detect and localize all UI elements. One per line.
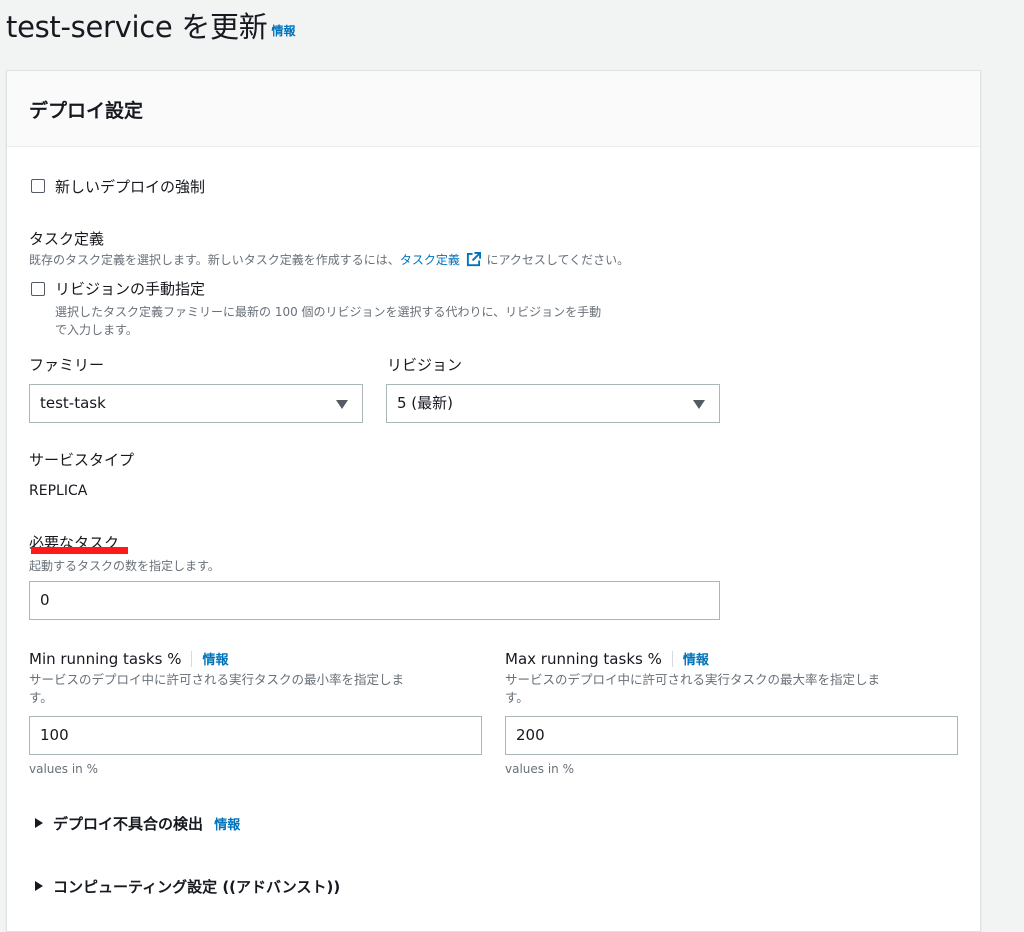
max-running-input[interactable]: 200: [505, 716, 958, 755]
external-link-icon[interactable]: [466, 252, 481, 267]
min-running-desc-2: す。: [29, 690, 53, 705]
deploy-failure-label: デプロイ不具合の検出: [53, 815, 204, 833]
desired-tasks-desc: 起動するタスクの数を指定します。: [29, 559, 220, 573]
panel-title: デプロイ設定: [29, 100, 144, 122]
min-running-hint: values in %: [29, 762, 98, 776]
max-running-header: Max running tasks % 情報: [505, 649, 709, 668]
page-title: test-service を更新 情報: [6, 4, 295, 46]
compute-settings-label: コンピューティング設定 ((アドバンスト)): [53, 878, 341, 896]
max-running-desc-2: す。: [505, 690, 529, 705]
task-definition-desc: 既存のタスク定義を選択します。新しいタスク定義を作成するには、タスク定義 にアク…: [29, 251, 629, 269]
max-running-hint: values in %: [505, 762, 574, 776]
family-select-value: test-task: [40, 394, 106, 412]
min-running-header: Min running tasks % 情報: [29, 649, 228, 668]
divider: [191, 651, 193, 667]
page-title-text: test-service を更新: [6, 10, 268, 44]
task-definition-desc-after: にアクセスしてください。: [486, 253, 630, 267]
divider: [671, 651, 673, 667]
caret-right-icon: [35, 881, 43, 891]
caret-right-icon: [35, 818, 43, 828]
min-running-info-link[interactable]: 情報: [202, 653, 228, 668]
force-deploy-label: 新しいデプロイの強制: [55, 178, 206, 196]
panel-header: デプロイ設定: [7, 71, 980, 147]
deploy-failure-expander[interactable]: デプロイ不具合の検出 情報: [35, 813, 240, 834]
min-running-label: Min running tasks %: [29, 650, 182, 668]
family-label: ファミリー: [29, 356, 105, 374]
title-info-link[interactable]: 情報: [271, 24, 295, 38]
service-type-label: サービスタイプ: [29, 451, 135, 469]
deploy-settings-panel: デプロイ設定 新しいデプロイの強制 タスク定義 既存のタスク定義を選択します。新…: [6, 70, 981, 932]
task-definition-link[interactable]: タスク定義: [400, 253, 460, 267]
manual-revision-desc-2: で入力します。: [55, 323, 138, 337]
min-running-input[interactable]: 100: [29, 716, 482, 755]
caret-down-icon: [693, 400, 705, 409]
manual-revision-checkbox[interactable]: [31, 282, 45, 296]
deploy-failure-info-link[interactable]: 情報: [214, 818, 240, 833]
revision-select[interactable]: 5 (最新): [386, 384, 720, 423]
compute-settings-expander[interactable]: コンピューティング設定 ((アドバンスト)): [35, 876, 340, 897]
max-running-label: Max running tasks %: [505, 650, 662, 668]
min-running-desc-1: サービスのデプロイ中に許可される実行タスクの最小率を指定しま: [29, 672, 405, 687]
family-select[interactable]: test-task: [29, 384, 363, 423]
max-running-desc-1: サービスのデプロイ中に許可される実行タスクの最大率を指定しま: [505, 672, 881, 687]
max-running-info-link[interactable]: 情報: [683, 653, 709, 668]
manual-revision-desc-1: 選択したタスク定義ファミリーに最新の 100 個のリビジョンを選択する代わりに、…: [55, 305, 602, 319]
caret-down-icon: [336, 400, 348, 409]
task-definition-label: タスク定義: [29, 230, 105, 248]
service-type-value: REPLICA: [29, 483, 88, 499]
manual-revision-label: リビジョンの手動指定: [55, 280, 206, 298]
desired-tasks-input[interactable]: 0: [29, 581, 720, 620]
force-deploy-checkbox[interactable]: [31, 179, 45, 193]
revision-select-value: 5 (最新): [397, 394, 454, 412]
revision-label: リビジョン: [387, 356, 463, 374]
red-underline-annotation: [31, 547, 128, 554]
task-definition-desc-before: 既存のタスク定義を選択します。新しいタスク定義を作成するには、: [29, 253, 400, 267]
